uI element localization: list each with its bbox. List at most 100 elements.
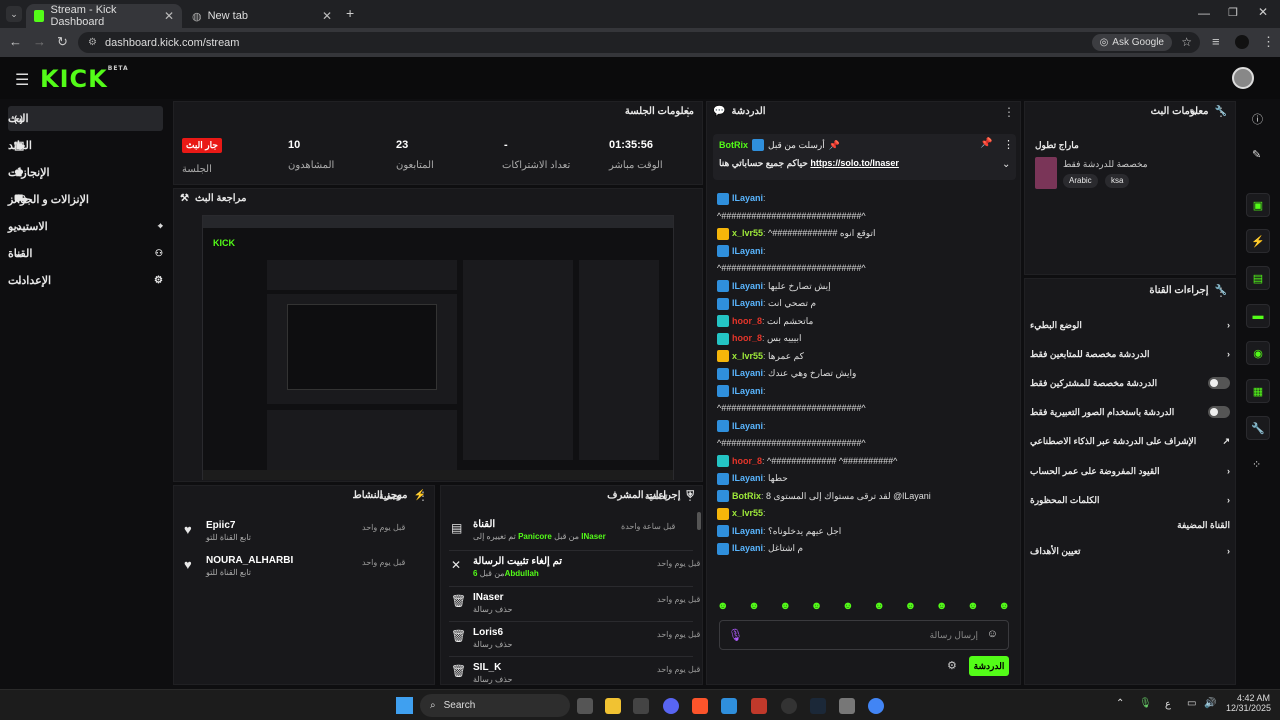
emote-icon[interactable]: ☻ [998, 600, 1010, 616]
steam-icon[interactable] [810, 698, 826, 714]
more-options-icon[interactable]: ⋮ [1215, 285, 1227, 299]
tag-pill[interactable]: ksa [1105, 174, 1130, 188]
reload-icon[interactable]: ↻ [57, 34, 68, 50]
emote-icon[interactable]: ☻ [842, 600, 854, 616]
restore-icon[interactable]: ❐ [1228, 6, 1238, 19]
hamburger-menu-icon[interactable]: ☰ [15, 70, 29, 90]
scrollbar[interactable] [697, 512, 701, 530]
chat-input[interactable]: 🎙 إرسال رسالة ☺ [719, 620, 1009, 650]
sidebar-item-drops[interactable]: الإنزالات و الجوائز ⛟ [8, 187, 163, 212]
volume-icon[interactable]: 🔊 [1204, 698, 1216, 709]
tab-kick-dashboard[interactable]: Stream - Kick Dashboard ✕ [26, 4, 182, 28]
discord-icon[interactable] [663, 698, 679, 714]
chat-username[interactable]: hoor_8 [732, 333, 762, 343]
emote-icon[interactable]: ☻ [967, 600, 979, 616]
windows-start-icon[interactable] [396, 697, 413, 714]
brave-icon[interactable] [692, 698, 708, 714]
activity-filter-button[interactable]: تصفية [379, 491, 401, 502]
settings-icon[interactable] [839, 698, 855, 714]
mod-action-title[interactable]: INaser [473, 592, 512, 603]
language-indicator[interactable]: ع [1165, 699, 1171, 710]
layout-icon[interactable]: ▦ [1246, 379, 1270, 403]
tag-pill[interactable]: Arabic [1063, 174, 1098, 188]
sidebar-item-studio[interactable]: ⌖ الاستيديو ⌄ [8, 214, 163, 239]
app-icon[interactable] [633, 698, 649, 714]
menu-dots-icon[interactable]: ⋮ [1262, 34, 1275, 50]
activity-user[interactable]: NOURA_ALHARBI [206, 555, 293, 566]
close-window-icon[interactable]: ✕ [1258, 5, 1268, 19]
more-options-icon[interactable]: ⋮ [1003, 105, 1015, 119]
chrome-icon[interactable] [868, 698, 884, 714]
document-icon[interactable]: ▤ [1246, 266, 1270, 290]
slow-mode-row[interactable]: الوضع البطيء › [1030, 315, 1230, 335]
profile-avatar-icon[interactable] [1235, 35, 1249, 49]
task-view-icon[interactable] [577, 698, 593, 714]
sidebar-item-channel[interactable]: ⚇ القناة ⌄ [8, 241, 163, 266]
forward-icon[interactable]: → [33, 34, 46, 49]
emote-icon[interactable]: ☻ [905, 600, 917, 616]
banned-words-row[interactable]: الكلمات المحظورة › [1030, 490, 1230, 510]
new-tab-icon[interactable]: + [346, 5, 354, 21]
mic-icon[interactable]: 🎙 [728, 628, 743, 642]
clock[interactable]: 4:42 AM 12/31/2025 [1226, 693, 1271, 713]
emote-icon[interactable]: ☻ [936, 600, 948, 616]
address-bar[interactable]: ⚙ dashboard.kick.com/stream ◎ Ask Google… [78, 32, 1200, 53]
chat-username[interactable]: lLayani [732, 193, 763, 203]
chat-settings-gear-icon[interactable]: ⚙ [947, 659, 957, 672]
more-options-icon[interactable]: ⋮ [1003, 138, 1014, 151]
emote-icon[interactable]: ☻ [717, 600, 729, 616]
chat-username[interactable]: x_lvr55 [732, 228, 763, 238]
tab-search-icon[interactable]: ⌄ [6, 6, 22, 22]
back-icon[interactable]: ← [9, 34, 22, 49]
subscribers-only-toggle[interactable] [1208, 377, 1230, 389]
sidebar-item-stream[interactable]: البث (·) [8, 106, 163, 131]
bookmark-star-icon[interactable]: ☆ [1181, 35, 1192, 49]
host-channel-row[interactable]: القناة المضيفة [1030, 515, 1230, 535]
obs-icon[interactable] [781, 698, 797, 714]
emote-icon[interactable]: ☻ [780, 600, 792, 616]
minimize-icon[interactable]: — [1198, 6, 1210, 20]
network-icon[interactable]: ▭ [1187, 698, 1196, 709]
app-icon[interactable] [751, 698, 767, 714]
sidebar-item-settings[interactable]: ⚙ الإعدادات ⌄ [8, 268, 163, 293]
media-control-icon[interactable]: ≡ [1212, 34, 1220, 49]
pinned-link[interactable]: https://solo.to/lnaser [810, 158, 899, 168]
chat-username[interactable]: BotRix [732, 491, 761, 501]
lightning-icon[interactable]: ⚡ [1246, 229, 1270, 253]
edit-pencil-icon[interactable]: ✎ [1189, 108, 1197, 119]
mod-action-title[interactable]: Loris6 [473, 627, 512, 638]
app-icon[interactable] [721, 698, 737, 714]
mod-filter-button[interactable]: تصفية [645, 491, 667, 502]
ask-google-button[interactable]: ◎ Ask Google [1091, 34, 1172, 51]
ai-moderation-row[interactable]: الإشراف على الدردشة عبر الذكاء الاصطناعي… [1030, 431, 1230, 451]
account-age-row[interactable]: القيود المفروضة على عمر الحساب › [1030, 461, 1230, 481]
chat-username[interactable]: x_lvr55 [732, 508, 763, 518]
more-options-icon[interactable]: ⋮ [682, 105, 694, 119]
chat-username[interactable]: lLayani [732, 543, 763, 553]
activity-user[interactable]: Epiic7 [206, 520, 251, 531]
pin-action-icon[interactable]: 📌 [980, 138, 992, 149]
chat-username[interactable]: lLayani [732, 368, 763, 378]
info-icon[interactable]: ⓘ [1252, 111, 1263, 127]
emotes-only-toggle[interactable] [1208, 406, 1230, 418]
more-options-icon[interactable]: ⋮ [1215, 105, 1227, 119]
emote-icon[interactable]: ☻ [873, 600, 885, 616]
stream-category[interactable]: مخصصة للدردشة فقط [1063, 159, 1148, 170]
sidebar-item-revenue[interactable]: العائد ▣ [8, 133, 163, 158]
chat-username[interactable]: x_lvr55 [732, 351, 763, 361]
user-avatar[interactable] [1232, 67, 1254, 89]
stream-preview-video[interactable]: KICK [202, 215, 674, 480]
followers-only-row[interactable]: الدردشة مخصصة للمتابعين فقط › [1030, 344, 1230, 364]
screen-capture-icon[interactable]: ▣ [1246, 193, 1270, 217]
apps-icon[interactable]: ⁘ [1252, 458, 1261, 471]
chat-username[interactable]: lLayani [732, 246, 763, 256]
file-explorer-icon[interactable] [605, 698, 621, 714]
broadcast-icon[interactable]: ◉ [1246, 341, 1270, 365]
chevron-down-icon[interactable]: ⌄ [1002, 159, 1010, 170]
set-goals-row[interactable]: تعيين الأهداف › [1030, 541, 1230, 561]
close-tab-icon[interactable]: ✕ [164, 9, 174, 23]
kick-logo[interactable]: KICKBETA [40, 65, 129, 93]
chevron-up-icon[interactable]: ⌃ [1116, 698, 1124, 709]
chat-username[interactable]: hoor_8 [732, 456, 762, 466]
wrench-icon[interactable]: 🔧 [1246, 416, 1270, 440]
